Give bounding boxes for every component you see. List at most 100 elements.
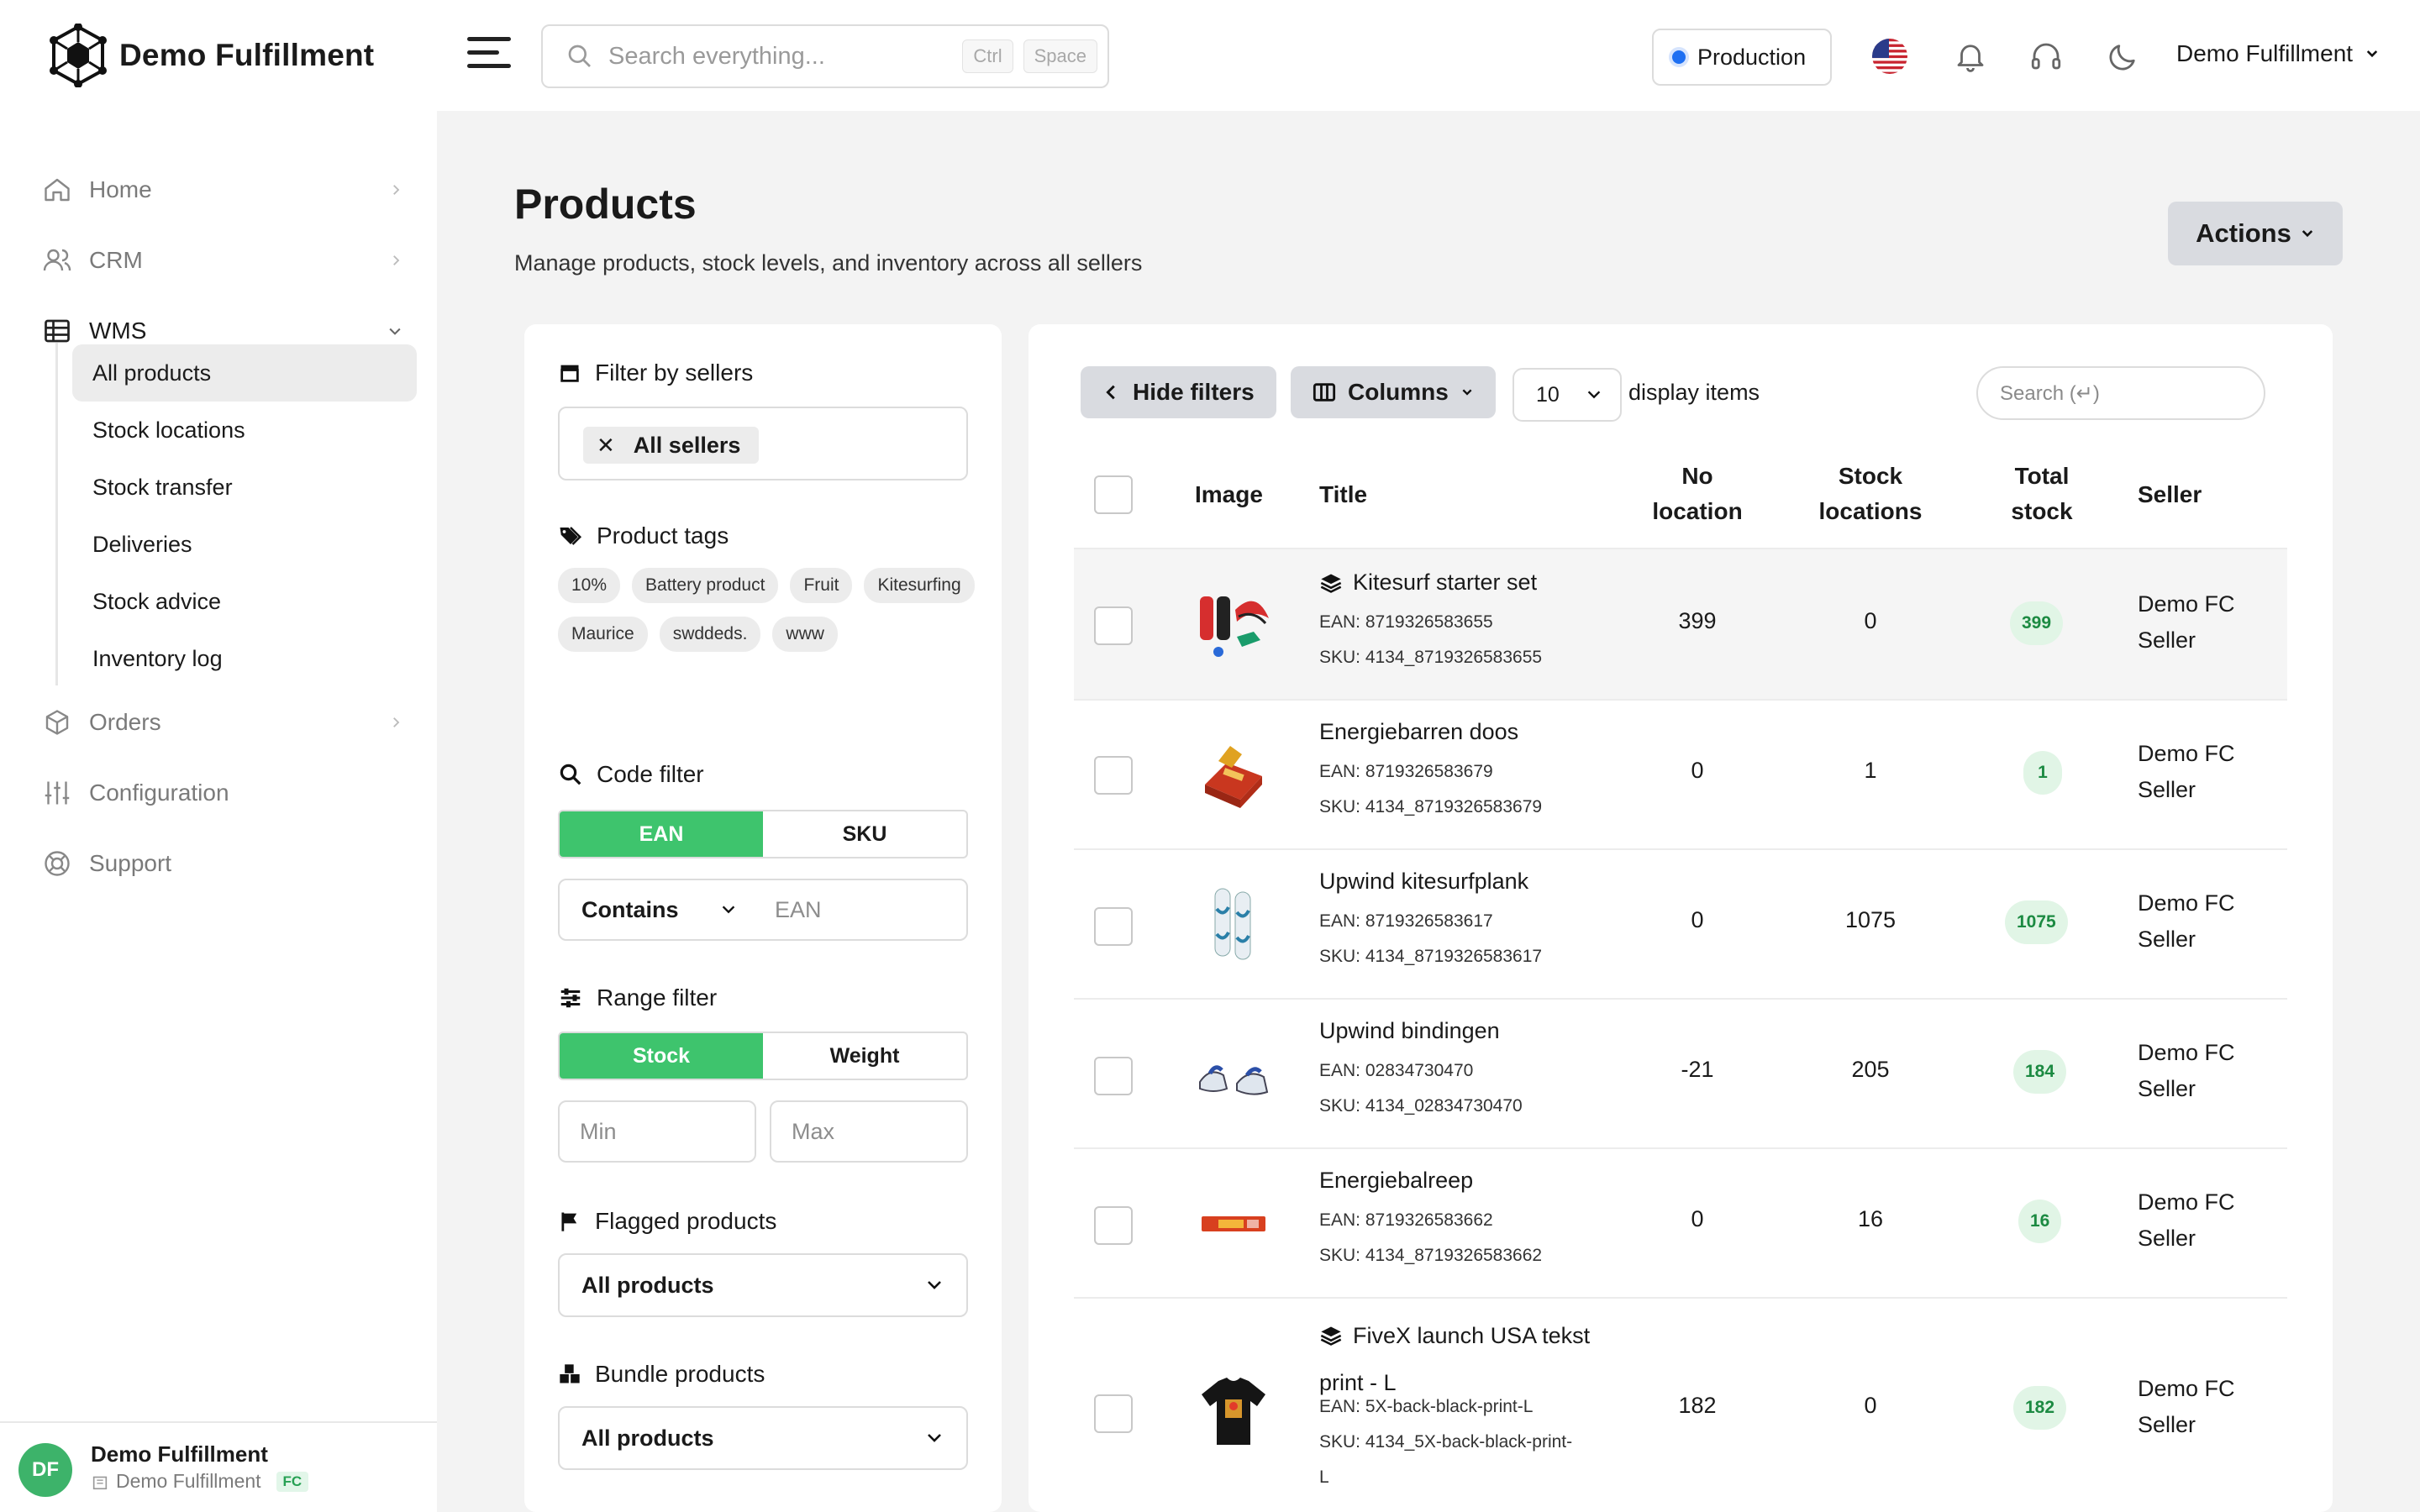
sidebar-subitem-stock-transfer[interactable]: Stock transfer — [72, 459, 417, 516]
row-checkbox[interactable] — [1094, 1394, 1133, 1433]
seller-cell: Demo FC Seller — [2138, 1371, 2235, 1443]
stock-locations-value: 16 — [1857, 1206, 1884, 1231]
menu-toggle-icon[interactable] — [467, 37, 511, 74]
sidebar-item-orders[interactable]: Orders — [42, 697, 403, 748]
page-size-select[interactable]: 10 — [1512, 368, 1622, 422]
row-checkbox[interactable] — [1094, 907, 1133, 946]
product-title[interactable]: Energiebarren doos — [1319, 719, 1518, 745]
sidebar-item-label: Support — [89, 850, 172, 876]
product-thumbnail-kitesurf-board[interactable] — [1193, 884, 1274, 964]
range-type-stock[interactable]: Stock — [560, 1033, 763, 1079]
product-title[interactable]: Upwind bindingen — [1319, 1018, 1500, 1044]
sidebar-item-support[interactable]: Support — [42, 838, 403, 889]
select-all-checkbox[interactable] — [1094, 475, 1133, 514]
product-codes: EAN: 8719326583617 SKU: 4134_87193265836… — [1319, 904, 1542, 974]
stock-locations-value: 0 — [1864, 608, 1877, 633]
account-switcher[interactable]: DF Demo Fulfillment Demo Fulfillment FC — [0, 1421, 437, 1512]
column-header-stock-locations[interactable]: Stock locations — [1812, 459, 1929, 529]
tag-chip[interactable]: Kitesurfing — [864, 568, 975, 603]
sidebar-item-crm[interactable]: CRM — [42, 235, 403, 286]
sidebar-subitem-all-products[interactable]: All products — [72, 344, 417, 402]
us-flag-icon[interactable] — [1872, 39, 1907, 74]
row-checkbox[interactable] — [1094, 1057, 1133, 1095]
user-menu[interactable]: Demo Fulfillment — [2176, 40, 2380, 67]
tag-chip[interactable]: swddeds. — [659, 617, 761, 652]
row-checkbox[interactable] — [1094, 1206, 1133, 1245]
columns-button[interactable]: Columns — [1291, 366, 1496, 418]
range-type-weight[interactable]: Weight — [763, 1033, 966, 1079]
sidebar-subitem-stock-advice[interactable]: Stock advice — [72, 573, 417, 630]
filters-panel: Filter by sellers ✕ All sellers Product … — [524, 324, 1002, 1512]
page-subtitle: Manage products, stock levels, and inven… — [514, 250, 1143, 276]
seller-name: Seller — [2138, 777, 2196, 802]
product-thumbnail-kitesurf-set[interactable] — [1193, 585, 1274, 665]
total-stock-badge: 399 — [2010, 601, 2064, 645]
code-match-select[interactable]: Contains — [560, 897, 760, 923]
sidebar-subitem-stock-locations[interactable]: Stock locations — [72, 402, 417, 459]
remove-chip-icon[interactable]: ✕ — [597, 433, 615, 459]
global-search-input[interactable]: Search everything... Ctrl Space — [541, 24, 1109, 88]
tag-chip[interactable]: Maurice — [558, 617, 648, 652]
avatar: DF — [18, 1443, 72, 1497]
hide-filters-button[interactable]: Hide filters — [1081, 366, 1276, 418]
column-header-total-stock[interactable]: Total stock — [1983, 459, 2101, 529]
seller-select[interactable]: ✕ All sellers — [558, 407, 968, 480]
brand-logo[interactable]: Demo Fulfillment — [49, 24, 374, 87]
tag-chip[interactable]: www — [772, 617, 838, 652]
product-thumbnail-energy-bar-box[interactable] — [1193, 734, 1274, 815]
stock-locations-value: 1 — [1864, 758, 1877, 783]
sidebar-subitem-deliveries[interactable]: Deliveries — [72, 516, 417, 573]
building-icon — [92, 1476, 108, 1489]
sidebar-subitem-inventory-log[interactable]: Inventory log — [72, 630, 417, 687]
moon-icon[interactable] — [2106, 39, 2141, 74]
environment-status-dot — [1672, 50, 1686, 64]
code-type-sku[interactable]: SKU — [763, 811, 966, 857]
sidebar-item-home[interactable]: Home — [42, 165, 403, 215]
bundle-filter-title: Bundle products — [595, 1361, 765, 1387]
column-header-image[interactable]: Image — [1195, 477, 1263, 512]
row-checkbox[interactable] — [1094, 606, 1133, 645]
column-header-no-location[interactable]: No location — [1639, 459, 1756, 529]
headset-icon[interactable] — [2028, 39, 2064, 74]
seller-chip[interactable]: ✕ All sellers — [583, 427, 760, 464]
flagged-products-select[interactable]: All products — [558, 1253, 968, 1317]
product-title[interactable]: Kitesurf starter set — [1319, 570, 1537, 596]
display-items-label: display items — [1628, 380, 1760, 405]
sidebar-item-label: Home — [89, 176, 152, 202]
tag-chip[interactable]: 10% — [558, 568, 621, 603]
environment-switch[interactable]: Production — [1652, 29, 1832, 86]
no-location-value: 0 — [1691, 758, 1704, 783]
bundle-products-select[interactable]: All products — [558, 1406, 968, 1470]
product-title[interactable]: Upwind kitesurfplank — [1319, 869, 1528, 895]
chevron-down-icon — [2302, 230, 2313, 238]
product-title[interactable]: FiveX launch USA tekst print - L — [1319, 1317, 1622, 1401]
column-header-seller[interactable]: Seller — [2138, 477, 2202, 512]
product-sku: SKU: 4134_8719326583662 — [1319, 1246, 1543, 1265]
header-line: stock — [2011, 498, 2073, 524]
row-checkbox[interactable] — [1094, 756, 1133, 795]
product-thumbnail-energy-bar[interactable] — [1193, 1183, 1274, 1263]
account-sub-label: Demo Fulfillment — [116, 1470, 261, 1492]
actions-button[interactable]: Actions — [2168, 202, 2343, 265]
column-header-title[interactable]: Title — [1319, 477, 1367, 512]
bell-icon[interactable] — [1953, 39, 1988, 74]
total-stock-badge: 182 — [2013, 1386, 2067, 1430]
seller-cell: Demo FC Seller — [2138, 586, 2235, 659]
range-min-input[interactable]: Min — [558, 1100, 756, 1163]
bundle-products-value: All products — [581, 1425, 714, 1451]
top-header: Demo Fulfillment Search everything... Ct… — [0, 0, 2420, 111]
tag-chip[interactable]: Battery product — [632, 568, 779, 603]
table-search-input[interactable]: Search (↵) — [1976, 366, 2265, 420]
tag-chip[interactable]: Fruit — [790, 568, 853, 603]
product-thumbnail-tshirt[interactable] — [1193, 1371, 1274, 1452]
code-type-ean[interactable]: EAN — [560, 811, 763, 857]
sidebar-item-configuration[interactable]: Configuration — [42, 768, 403, 818]
product-codes: EAN: 02834730470 SKU: 4134_02834730470 — [1319, 1053, 1523, 1124]
product-thumbnail-bindings[interactable] — [1193, 1033, 1274, 1114]
seller-cell: Demo FC Seller — [2138, 1184, 2235, 1257]
range-max-input[interactable]: Max — [770, 1100, 968, 1163]
product-title[interactable]: Energiebalreep — [1319, 1168, 1473, 1194]
code-value-input[interactable]: EAN — [775, 897, 822, 923]
product-sku: SKU: 4134_8719326583655 — [1319, 648, 1543, 667]
range-filter-heading: Range filter — [558, 984, 717, 1011]
